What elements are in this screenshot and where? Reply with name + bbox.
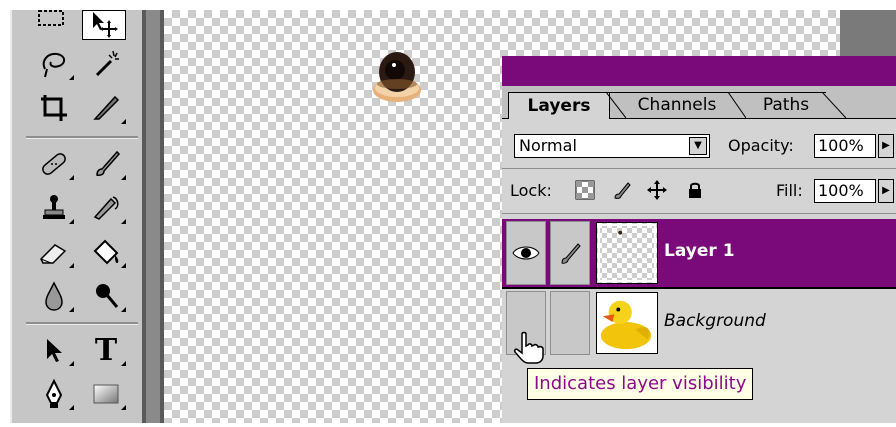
lock-transparency-icon[interactable] xyxy=(574,179,596,201)
slice-tool-icon[interactable] xyxy=(84,88,128,128)
blur-tool-icon[interactable] xyxy=(32,276,76,316)
layer-visibility-toggle[interactable] xyxy=(506,221,546,285)
tab-layers-label: Layers xyxy=(527,96,591,116)
eye-image-layer xyxy=(373,52,421,102)
palette-divider xyxy=(502,168,896,169)
eye-icon xyxy=(512,246,540,260)
palette-title-bar[interactable] xyxy=(502,56,896,86)
lock-label: Lock: xyxy=(510,181,552,200)
fill-field[interactable]: 100% xyxy=(814,179,876,203)
tab-paths[interactable]: Paths xyxy=(746,92,826,118)
tab-top-line xyxy=(606,92,826,93)
fill-label: Fill: xyxy=(776,181,803,200)
fill-slider-arrow-icon[interactable]: ▶ xyxy=(878,179,894,203)
history-brush-tool-icon[interactable] xyxy=(84,188,128,228)
chevron-down-icon[interactable]: ▼ xyxy=(689,137,707,155)
toolbox: T xyxy=(10,10,142,423)
marquee-tool-icon[interactable] xyxy=(30,4,74,36)
tab-separator-icon xyxy=(822,92,846,118)
blend-mode-value: Normal xyxy=(519,136,577,155)
path-selection-tool-icon[interactable] xyxy=(32,330,76,370)
layer-link-brush-cell[interactable] xyxy=(550,291,590,355)
lock-position-icon[interactable] xyxy=(646,179,668,201)
healing-brush-tool-icon[interactable] xyxy=(32,144,76,184)
layer-link-brush-cell[interactable] xyxy=(550,221,590,285)
hand-pointer-cursor-icon xyxy=(514,331,544,364)
layer-name[interactable]: Layer 1 xyxy=(664,241,735,261)
opacity-label: Opacity: xyxy=(728,136,794,155)
opacity-slider-arrow-icon[interactable]: ▶ xyxy=(878,134,894,158)
tab-channels[interactable]: Channels xyxy=(626,92,728,118)
palette-divider xyxy=(502,213,896,214)
tooltip-text: Indicates layer visibility xyxy=(534,373,747,394)
paint-bucket-tool-icon[interactable] xyxy=(84,232,128,272)
magic-wand-tool-icon[interactable] xyxy=(84,44,128,84)
type-tool-icon[interactable]: T xyxy=(84,330,128,370)
rectangle-tool-icon[interactable] xyxy=(84,374,128,414)
move-tool-icon[interactable] xyxy=(82,10,126,40)
tab-separator-icon xyxy=(606,92,626,118)
tab-channels-label: Channels xyxy=(637,95,717,115)
layer-thumbnail xyxy=(596,222,658,284)
palette-tab-bar: Layers Channels Paths xyxy=(502,86,896,119)
tab-layers[interactable]: Layers xyxy=(508,92,610,119)
clone-stamp-tool-icon[interactable] xyxy=(32,188,76,228)
pen-tool-icon[interactable] xyxy=(32,374,76,414)
eraser-tool-icon[interactable] xyxy=(32,232,76,272)
layer-thumbnail xyxy=(596,292,658,354)
toolbox-scroll-edge xyxy=(146,10,160,423)
layer-row-layer-1[interactable]: Layer 1 xyxy=(502,219,896,287)
type-tool-glyph: T xyxy=(94,332,118,368)
opacity-value: 100% xyxy=(818,136,864,155)
duck-thumbnail-icon xyxy=(600,300,652,350)
blend-mode-select[interactable]: Normal ▼ xyxy=(514,134,710,158)
paintbrush-icon xyxy=(561,243,581,264)
crop-tool-icon[interactable] xyxy=(32,88,76,128)
brush-tool-icon[interactable] xyxy=(84,144,128,184)
tab-paths-label: Paths xyxy=(762,95,810,115)
lock-all-icon[interactable] xyxy=(684,179,706,201)
tab-separator-icon xyxy=(728,92,746,118)
fill-value: 100% xyxy=(818,181,864,200)
opacity-field[interactable]: 100% xyxy=(814,134,876,158)
lasso-tool-icon[interactable] xyxy=(32,44,76,84)
layer-row-background[interactable]: Background xyxy=(502,289,896,357)
tooltip: Indicates layer visibility xyxy=(527,368,754,400)
burn-tool-icon[interactable] xyxy=(84,276,128,316)
layer-name[interactable]: Background xyxy=(664,311,766,331)
lock-image-pixels-icon[interactable] xyxy=(610,179,632,201)
